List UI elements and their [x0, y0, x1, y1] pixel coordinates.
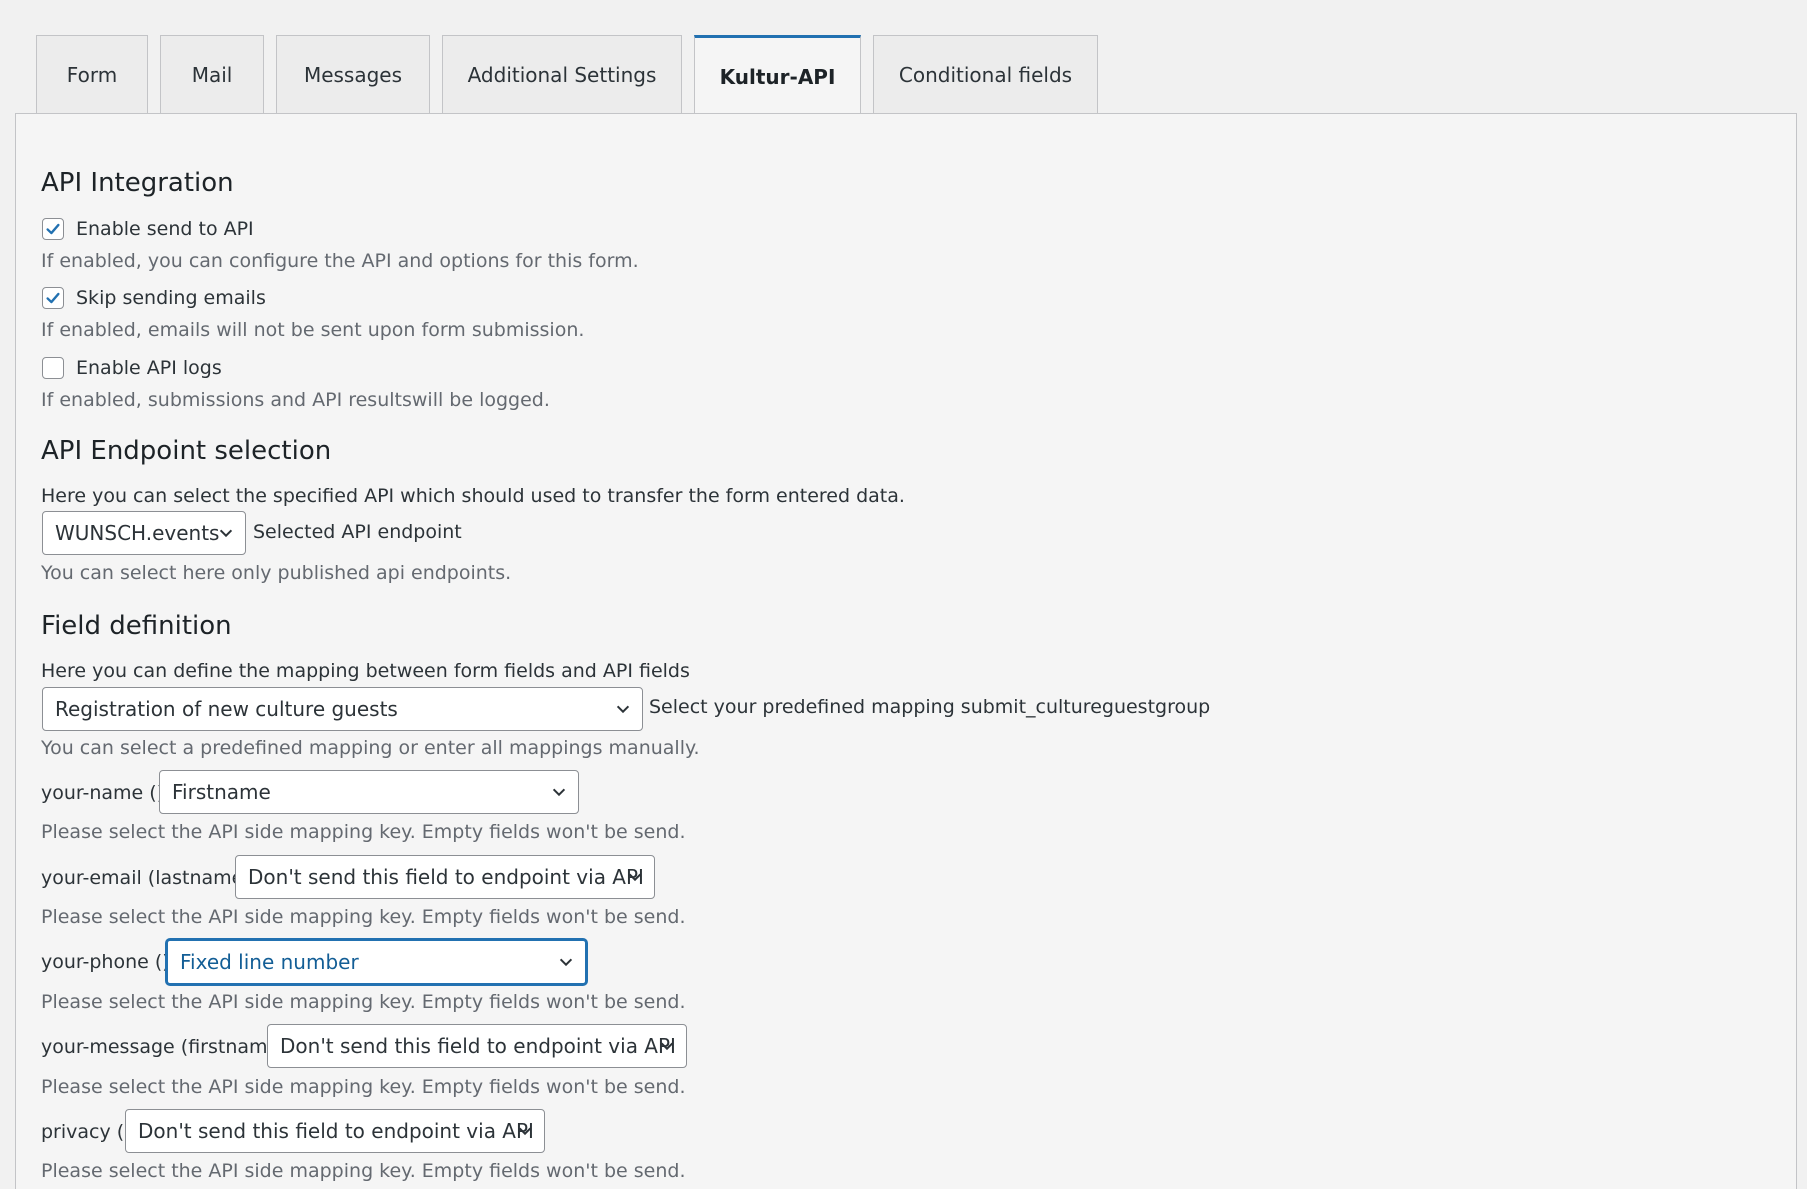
tab-form-label: Form — [66, 62, 118, 87]
tab-kultur-api-label: Kultur-API — [719, 64, 836, 89]
field-select-value: Fixed line number — [180, 950, 359, 974]
tab-mail[interactable]: Mail — [160, 35, 264, 113]
settings-panel: API Integration Enable send to API If en… — [15, 113, 1797, 1189]
endpoint-desc: You can select here only published api e… — [41, 562, 512, 584]
field-desc-your-name: Please select the API side mapping key. … — [41, 821, 686, 843]
field-select-your-message[interactable]: Don't send this field to endpoint via AP… — [267, 1024, 687, 1068]
field-definition-heading: Field definition — [41, 611, 232, 641]
endpoint-select[interactable]: WUNSCH.events — [42, 511, 246, 555]
chevron-down-icon — [616, 705, 630, 714]
field-label-your-message: your-message (firstname) — [41, 1036, 287, 1058]
field-select-your-email[interactable]: Don't send this field to endpoint via AP… — [235, 855, 655, 899]
skip-emails-label[interactable]: Skip sending emails — [76, 287, 266, 309]
mapping-select-value: Registration of new culture guests — [55, 697, 398, 721]
tab-mail-label: Mail — [191, 62, 233, 87]
chevron-down-icon — [660, 1042, 674, 1051]
enable-logs-desc: If enabled, submissions and API resultsw… — [41, 389, 550, 411]
mapping-select-label: Select your predefined mapping submit_cu… — [649, 696, 1211, 718]
chevron-down-icon — [628, 873, 642, 882]
field-select-value: Don't send this field to endpoint via AP… — [138, 1119, 534, 1143]
field-select-value: Don't send this field to endpoint via AP… — [280, 1034, 676, 1058]
field-select-your-phone[interactable]: Fixed line number — [166, 939, 587, 985]
enable-logs-label[interactable]: Enable API logs — [76, 357, 222, 379]
tab-conditional-fields-label: Conditional fields — [898, 62, 1073, 87]
tab-messages[interactable]: Messages — [276, 35, 430, 113]
tab-bar: Form Mail Messages Additional Settings K… — [36, 35, 1098, 115]
field-select-value: Firstname — [172, 780, 271, 804]
tab-conditional-fields[interactable]: Conditional fields — [873, 35, 1098, 113]
enable-send-checkbox[interactable] — [42, 218, 64, 240]
endpoint-heading: API Endpoint selection — [41, 436, 332, 466]
mapping-select[interactable]: Registration of new culture guests — [42, 687, 643, 731]
field-label-your-name: your-name () — [41, 782, 165, 804]
checkmark-icon — [46, 223, 60, 235]
enable-send-desc: If enabled, you can configure the API an… — [41, 250, 639, 272]
field-desc-your-email: Please select the API side mapping key. … — [41, 906, 686, 928]
tab-additional-settings-label: Additional Settings — [467, 62, 657, 87]
field-desc-your-phone: Please select the API side mapping key. … — [41, 991, 686, 1013]
field-label-your-email: your-email (lastname) — [41, 867, 251, 889]
field-definition-intro: Here you can define the mapping between … — [41, 660, 690, 682]
chevron-down-icon — [219, 529, 233, 538]
tab-messages-label: Messages — [303, 62, 403, 87]
skip-emails-desc: If enabled, emails will not be sent upon… — [41, 319, 585, 341]
field-label-privacy: privacy () — [41, 1121, 132, 1143]
endpoint-intro: Here you can select the specified API wh… — [41, 485, 905, 507]
chevron-down-icon — [552, 788, 566, 797]
tab-additional-settings[interactable]: Additional Settings — [442, 35, 682, 113]
api-integration-heading: API Integration — [41, 168, 234, 198]
tab-kultur-api[interactable]: Kultur-API — [694, 35, 861, 115]
chevron-down-icon — [518, 1127, 532, 1136]
field-select-your-name[interactable]: Firstname — [159, 770, 579, 814]
enable-send-label[interactable]: Enable send to API — [76, 218, 254, 240]
field-desc-your-message: Please select the API side mapping key. … — [41, 1076, 686, 1098]
skip-emails-checkbox[interactable] — [42, 287, 64, 309]
field-select-value: Don't send this field to endpoint via AP… — [248, 865, 644, 889]
mapping-desc: You can select a predefined mapping or e… — [41, 737, 700, 759]
tab-form[interactable]: Form — [36, 35, 148, 113]
field-desc-privacy: Please select the API side mapping key. … — [41, 1160, 686, 1182]
enable-logs-checkbox[interactable] — [42, 357, 64, 379]
endpoint-select-label: Selected API endpoint — [253, 521, 462, 543]
chevron-down-icon — [559, 958, 573, 967]
checkmark-icon — [46, 292, 60, 304]
endpoint-select-value: WUNSCH.events — [55, 521, 220, 545]
field-label-your-phone: your-phone () — [41, 951, 170, 973]
field-select-privacy[interactable]: Don't send this field to endpoint via AP… — [125, 1109, 545, 1153]
